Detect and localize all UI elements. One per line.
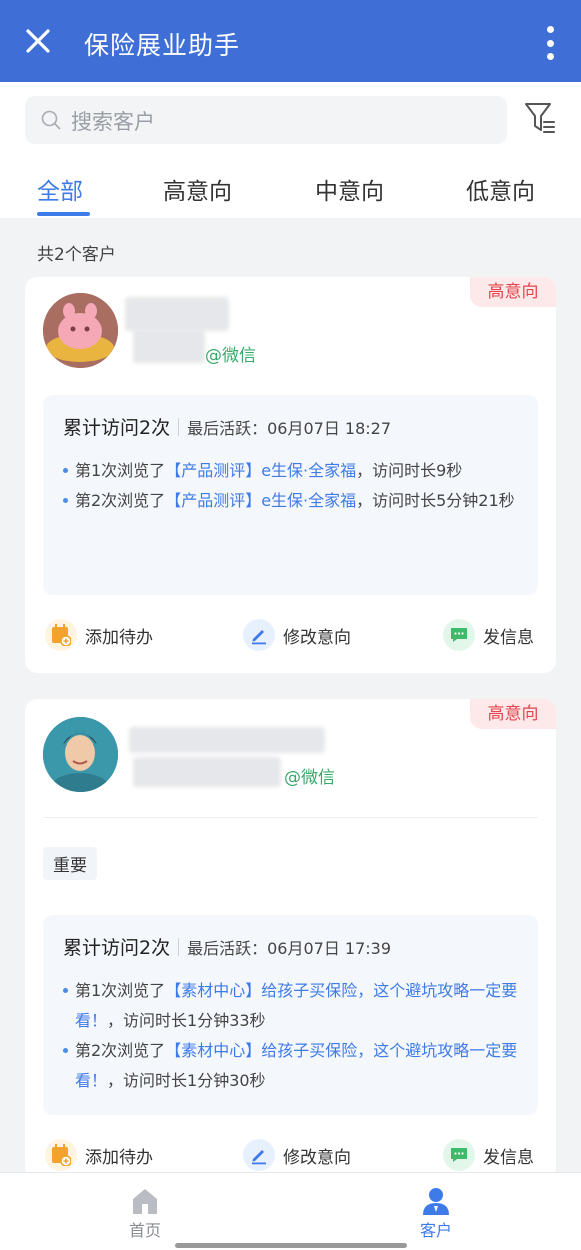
- last-active-time: 06月07日 18:27: [267, 418, 392, 438]
- last-active-label: 最后活跃：: [187, 418, 268, 438]
- bottom-navigation: 首页 客户: [0, 1172, 581, 1250]
- visit-item: 第1次浏览了【产品测评】e生保·全家福，访问时长9秒: [63, 456, 518, 486]
- send-message-label: 发信息: [483, 1147, 534, 1168]
- last-active-label: 最后活跃：: [187, 938, 268, 958]
- nav-customers[interactable]: 客户: [396, 1185, 476, 1241]
- customer-name-redacted: [125, 297, 229, 331]
- avatar[interactable]: [43, 717, 118, 792]
- edit-intent-button[interactable]: 修改意向: [243, 619, 351, 651]
- send-message-label: 发信息: [483, 627, 534, 648]
- add-todo-label: 添加待办: [85, 627, 153, 648]
- calendar-add-icon: [45, 619, 77, 651]
- tab-low-intent[interactable]: 低意向: [466, 172, 535, 206]
- edit-intent-button[interactable]: 修改意向: [243, 1139, 351, 1171]
- pencil-icon: [243, 1139, 275, 1171]
- home-indicator: [175, 1243, 407, 1248]
- app-header: 保险展业助手: [0, 0, 581, 82]
- tab-all[interactable]: 全部: [37, 172, 83, 206]
- tab-high-intent[interactable]: 高意向: [163, 172, 232, 206]
- search-placeholder: 搜索客户: [71, 110, 155, 134]
- intent-badge: 高意向: [470, 277, 556, 307]
- edit-intent-label: 修改意向: [283, 1147, 351, 1168]
- search-input[interactable]: 搜索客户: [25, 96, 507, 144]
- customer-card[interactable]: 高意向 @微信 累计访问2次 最后活跃： 06月07日 18:27 第1次浏览了…: [25, 277, 556, 673]
- last-active-time: 06月07日 17:39: [267, 938, 392, 958]
- customer-name-redacted: [129, 727, 325, 753]
- user-icon: [423, 1188, 449, 1215]
- search-icon: [41, 110, 61, 130]
- active-tab-indicator: [37, 212, 90, 216]
- content-link[interactable]: 【产品测评】e生保·全家福: [165, 461, 356, 480]
- add-todo-button[interactable]: 添加待办: [45, 1139, 153, 1171]
- customer-card[interactable]: 高意向 @微信 重要 累计访问2次 最后活跃： 06月07日 17:39 第1次…: [25, 699, 556, 1179]
- close-icon[interactable]: [22, 25, 54, 57]
- nav-customers-label: 客户: [419, 1221, 452, 1240]
- calendar-add-icon: [45, 1139, 77, 1171]
- send-message-button[interactable]: 发信息: [443, 1139, 534, 1171]
- visit-total: 累计访问2次: [63, 937, 171, 959]
- customer-id-redacted: [133, 329, 205, 363]
- avatar-image: [43, 717, 118, 792]
- page-title: 保险展业助手: [84, 31, 241, 60]
- intent-tabs: 全部 高意向 中意向 低意向: [0, 160, 581, 218]
- visit-item: 第2次浏览了【产品测评】e生保·全家福，访问时长5分钟21秒: [63, 486, 518, 516]
- chat-bubble-icon: [443, 1139, 475, 1171]
- source-label: @微信: [284, 768, 335, 788]
- customer-tag: 重要: [43, 847, 97, 880]
- avatar-image: [43, 293, 118, 368]
- add-todo-button[interactable]: 添加待办: [45, 619, 153, 651]
- card-divider: [43, 817, 538, 818]
- chat-bubble-icon: [443, 619, 475, 651]
- pencil-icon: [243, 619, 275, 651]
- customer-id-redacted: [133, 757, 281, 787]
- more-options-icon[interactable]: [545, 26, 555, 60]
- visit-total: 累计访问2次: [63, 417, 171, 439]
- nav-home[interactable]: 首页: [105, 1185, 185, 1241]
- send-message-button[interactable]: 发信息: [443, 619, 534, 651]
- card-actions: 添加待办 修改意向 发信息: [43, 619, 538, 659]
- tab-medium-intent[interactable]: 中意向: [315, 172, 384, 206]
- nav-home-label: 首页: [128, 1221, 161, 1240]
- avatar[interactable]: [43, 293, 118, 368]
- visit-item: 第2次浏览了【素材中心】给孩子买保险，这个避坑攻略一定要看！，访问时长1分钟30…: [63, 1036, 518, 1096]
- visit-item: 第1次浏览了【素材中心】给孩子买保险，这个避坑攻略一定要看！，访问时长1分钟33…: [63, 976, 518, 1036]
- content-link[interactable]: 【产品测评】e生保·全家福: [165, 491, 356, 510]
- visit-record-panel: 累计访问2次 最后活跃： 06月07日 17:39 第1次浏览了【素材中心】给孩…: [43, 915, 538, 1115]
- filter-icon[interactable]: [524, 100, 556, 136]
- edit-intent-label: 修改意向: [283, 627, 351, 648]
- intent-badge: 高意向: [470, 699, 556, 729]
- customer-count: 共2个客户: [37, 245, 116, 265]
- source-label: @微信: [205, 346, 256, 366]
- home-icon: [133, 1189, 157, 1214]
- visit-record-panel: 累计访问2次 最后活跃： 06月07日 18:27 第1次浏览了【产品测评】e生…: [43, 395, 538, 595]
- add-todo-label: 添加待办: [85, 1147, 153, 1168]
